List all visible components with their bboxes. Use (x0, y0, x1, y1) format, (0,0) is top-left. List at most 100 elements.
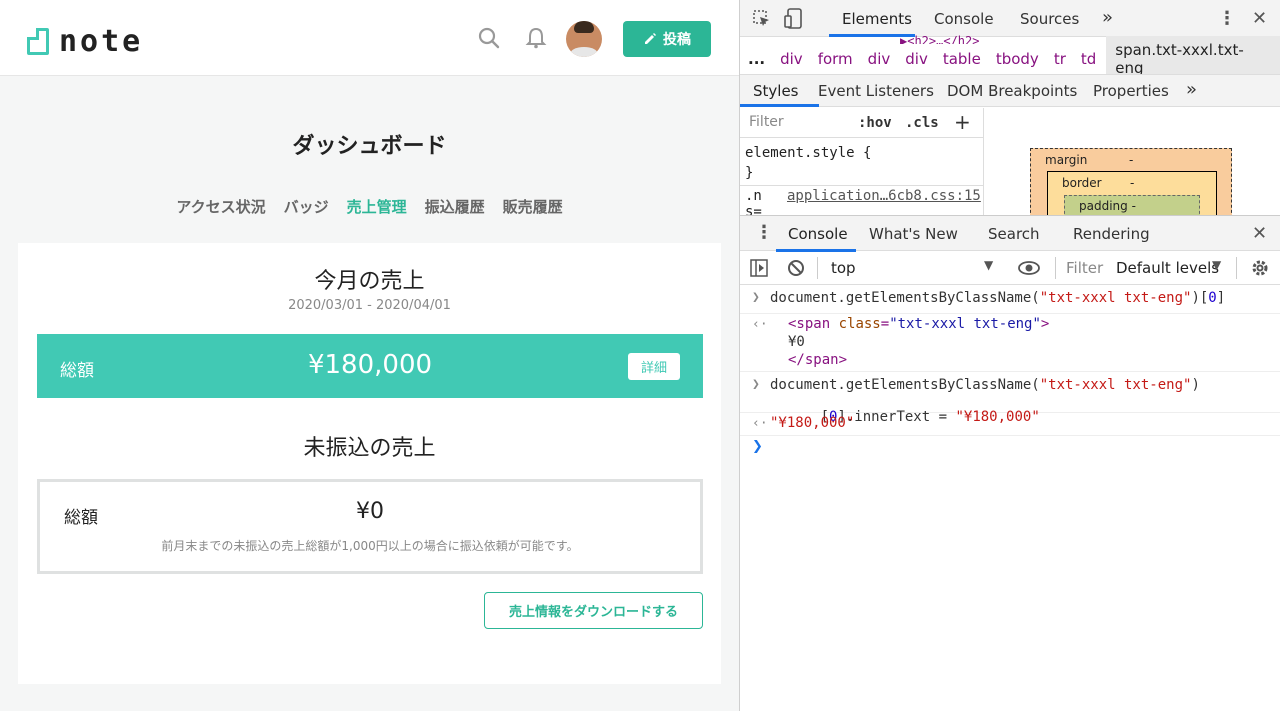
element-style-rule: element.style { } (745, 143, 871, 183)
post-button-label: 投稿 (663, 32, 691, 48)
html-attr-value: "txt-xxxl txt-eng" (889, 316, 1041, 332)
tab-transfer-history[interactable]: 振込履歴 (425, 196, 485, 217)
breadcrumb-item[interactable]: div (868, 50, 891, 68)
breadcrumb-item[interactable]: div (780, 50, 803, 68)
tab-sales-history[interactable]: 販売履歴 (503, 196, 563, 217)
input-prompt-icon: ❯ (752, 377, 760, 392)
breadcrumb-item[interactable]: td (1081, 50, 1096, 68)
console-input-2[interactable]: ❯ document.getElementsByClassName("txt-x… (740, 373, 1280, 425)
code: ] (1216, 290, 1226, 306)
download-sales-button[interactable]: 売上情報をダウンロードする (484, 592, 703, 629)
sales-card: 今月の売上 2020/03/01 - 2020/04/01 総額 ¥180,00… (18, 243, 721, 684)
breadcrumb: ... div form div div table tbody tr td s… (740, 36, 1280, 82)
styles-pane-divider (983, 108, 984, 215)
inspect-element-icon[interactable] (752, 9, 772, 29)
pencil-icon (645, 33, 656, 44)
search-icon[interactable] (478, 27, 500, 49)
breadcrumb-item[interactable]: table (943, 50, 981, 68)
toolbar-separator (1055, 257, 1056, 279)
unpaid-sales-title: 未振込の売上 (303, 436, 436, 461)
monthly-total-bar: 総額 ¥180,000 詳細 (37, 334, 703, 398)
drawer-tab-whats-new[interactable]: What's New (869, 225, 958, 243)
breadcrumb-item[interactable]: tr (1054, 50, 1066, 68)
detail-button[interactable]: 詳細 (628, 353, 680, 380)
code: ) (1191, 377, 1200, 393)
drawer-tab-search[interactable]: Search (988, 225, 1040, 243)
close-devtools-icon[interactable]: ✕ (1252, 8, 1267, 29)
breadcrumb-item[interactable]: div (905, 50, 928, 68)
device-toolbar-icon[interactable] (784, 8, 804, 30)
tab-sources[interactable]: Sources (1020, 10, 1079, 28)
more-tabs-icon[interactable]: » (1102, 7, 1113, 28)
css-source-link[interactable]: application…6cb8.css:15 (787, 188, 981, 204)
tab-access[interactable]: アクセス状況 (176, 196, 265, 217)
active-prompt-icon: ❯ (752, 439, 763, 454)
live-expression-eye-icon[interactable] (1018, 260, 1040, 276)
tab-properties[interactable]: Properties (1093, 82, 1169, 100)
user-avatar[interactable] (566, 21, 602, 57)
note-logo-icon (27, 28, 49, 55)
tab-event-listeners[interactable]: Event Listeners (818, 82, 934, 100)
styles-filter-input[interactable]: Filter (745, 114, 845, 136)
tab-console[interactable]: Console (934, 10, 994, 28)
drawer-tab-rendering[interactable]: Rendering (1073, 225, 1150, 243)
console-settings-gear-icon[interactable] (1250, 258, 1270, 278)
more-subtabs-icon[interactable]: » (1186, 79, 1197, 100)
console-filter-input[interactable]: Filter (1066, 259, 1103, 277)
box-model-border-value: - (1130, 176, 1135, 190)
input-prompt-icon: ❯ (752, 290, 760, 305)
styles-filter-row: Filter :hov .cls + (740, 108, 983, 138)
page-title: ダッシュボード (292, 134, 447, 159)
code-string: "txt-xxxl txt-eng" (1039, 290, 1192, 306)
devtools-main-toolbar: Elements Console Sources » ⋮ ✕ (740, 0, 1280, 37)
html-tag: > (1040, 316, 1050, 332)
element-style-close: } (745, 165, 754, 181)
bell-icon[interactable] (525, 27, 547, 49)
cls-toggle[interactable]: .cls (905, 115, 939, 131)
html-text: ¥0 (788, 334, 805, 350)
html-tag: <span (788, 316, 831, 332)
tab-dom-breakpoints[interactable]: DOM Breakpoints (947, 82, 1077, 100)
html-tag: </span> (788, 352, 848, 368)
drawer-menu-icon[interactable]: ⋮ (755, 222, 773, 243)
breadcrumb-item[interactable]: form (818, 50, 853, 68)
breadcrumb-item[interactable]: tbody (996, 50, 1039, 68)
toolbar-separator (817, 257, 818, 279)
styles-subtabs: Styles Event Listeners DOM Breakpoints P… (740, 74, 1280, 107)
kebab-menu-icon[interactable]: ⋮ (1218, 8, 1236, 29)
post-button[interactable]: 投稿 (623, 21, 711, 57)
console-input-1[interactable]: ❯ document.getElementsByClassName("txt-x… (740, 286, 1280, 314)
sales-period: 2020/03/01 - 2020/04/01 (288, 298, 451, 313)
logo-text: note (59, 24, 144, 59)
code-number: 0 (1208, 290, 1217, 306)
code: document.getElementsByClassName( (770, 290, 1040, 306)
levels-dropdown-icon[interactable]: ▼ (1212, 258, 1221, 272)
tab-badge[interactable]: バッジ (284, 196, 329, 217)
clear-console-icon[interactable] (787, 259, 805, 277)
sidebar-toggle-icon[interactable] (750, 259, 768, 277)
box-model-margin-value: - (1129, 153, 1134, 167)
note-page: note 投稿 ダッシュボード アクセス状況 バッジ 売上管理 振込履歴 販売履… (0, 0, 739, 711)
tab-elements[interactable]: Elements (842, 10, 912, 28)
drawer-tab-console[interactable]: Console (788, 225, 848, 243)
tab-styles[interactable]: Styles (753, 82, 799, 100)
console-toolbar: top ▼ Filter Default levels ▼ (740, 251, 1280, 285)
unpaid-total-amount: ¥0 (356, 499, 384, 524)
note-logo[interactable]: note (27, 24, 143, 59)
context-dropdown-icon[interactable]: ▼ (984, 258, 993, 272)
breadcrumb-ellipsis[interactable]: ... (748, 50, 765, 68)
hov-toggle[interactable]: :hov (858, 115, 892, 131)
site-header: note 投稿 (0, 0, 739, 76)
unpaid-note: 前月末までの未振込の売上総額が1,000円以上の場合に振込依頼が可能です。 (161, 539, 579, 553)
log-levels-dropdown[interactable]: Default levels (1116, 259, 1219, 277)
tab-sales[interactable]: 売上管理 (347, 196, 407, 217)
close-drawer-icon[interactable]: ✕ (1252, 223, 1267, 244)
context-selector[interactable]: top (831, 259, 856, 277)
dashboard-tabs: アクセス状況 バッジ 売上管理 振込履歴 販売履歴 (0, 196, 739, 217)
add-rule-icon[interactable]: + (954, 110, 971, 134)
console-prompt-line[interactable]: ❯ (740, 437, 1280, 459)
active-subtab-indicator (740, 104, 819, 107)
result-string: "¥180,000" (770, 415, 855, 431)
output-prompt-icon: ‹· (752, 317, 768, 332)
html-attr: class (838, 316, 881, 332)
